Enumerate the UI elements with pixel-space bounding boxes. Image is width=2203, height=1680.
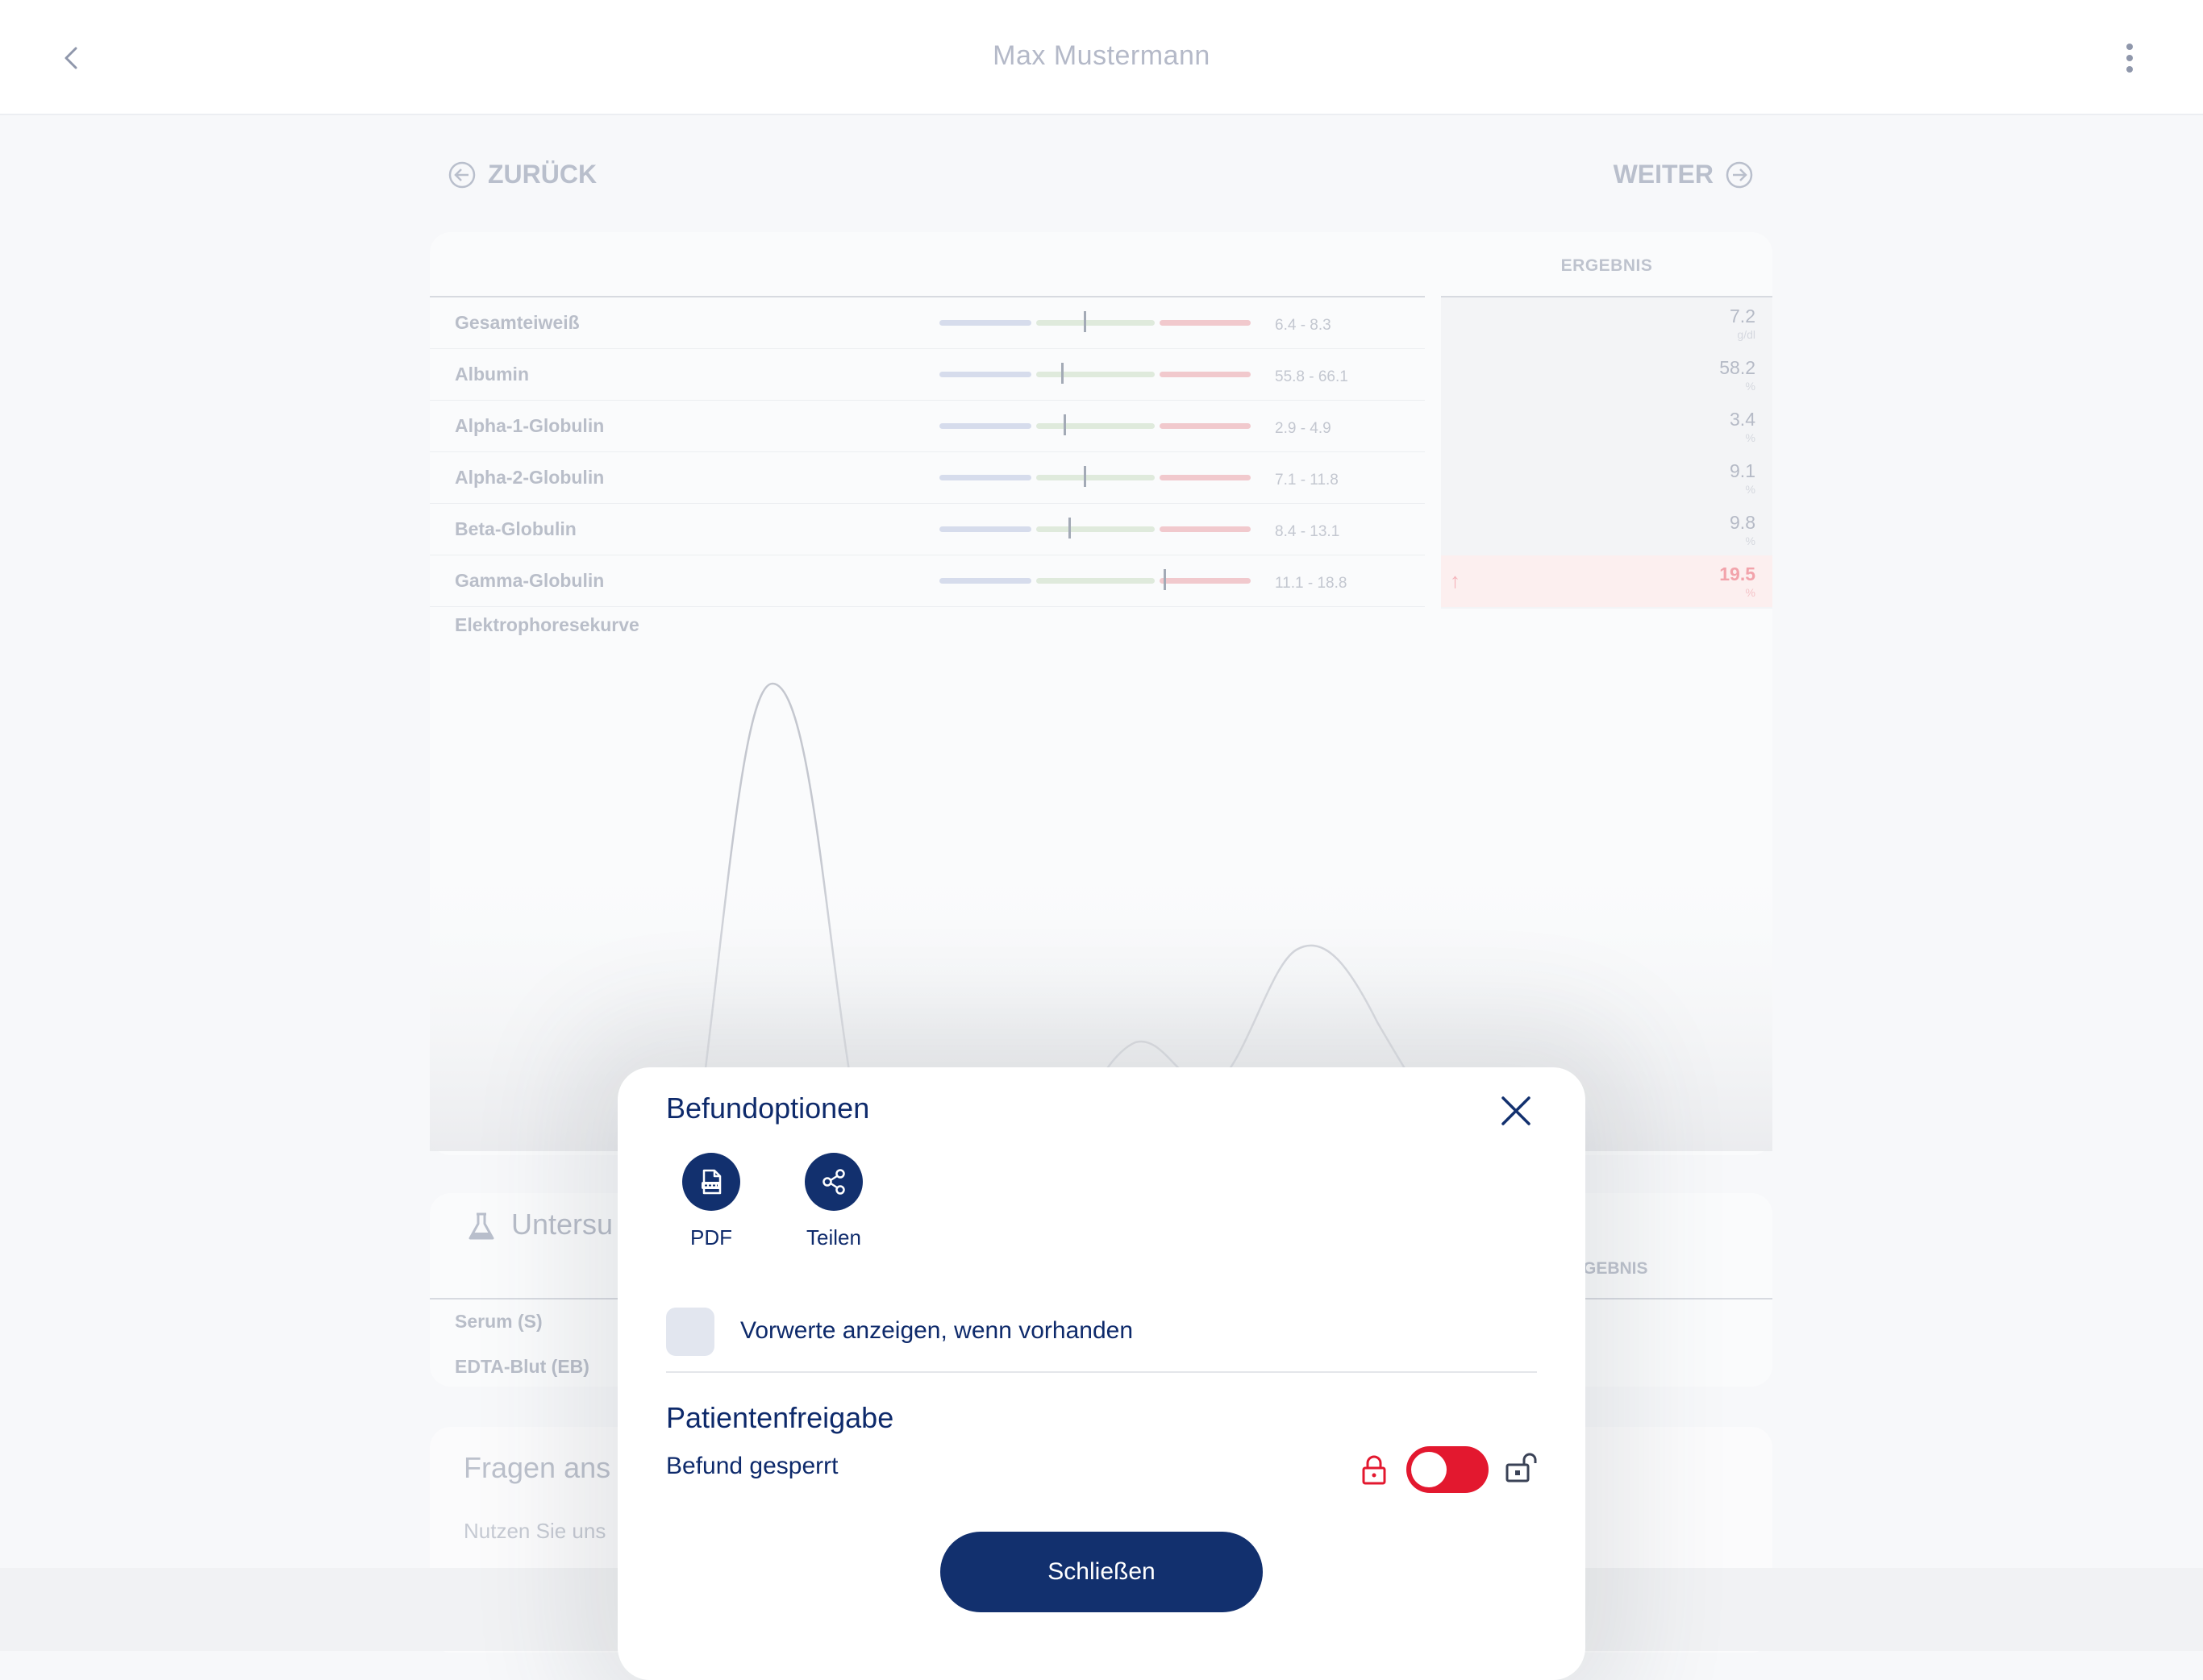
sample-item: EDTA-Blut (EB) bbox=[455, 1356, 589, 1377]
next-label: WEITER bbox=[1613, 160, 1714, 189]
report-navigation: ZURÜCK WEITER bbox=[448, 160, 1754, 200]
result-unit: % bbox=[1745, 380, 1755, 393]
share-label: Teilen bbox=[806, 1225, 861, 1250]
result-unit: % bbox=[1745, 586, 1755, 599]
result-row[interactable]: Gesamteiweiß 6.4 - 8.3 7.2 g/dl bbox=[430, 297, 1772, 349]
result-row[interactable]: Albumin 55.8 - 66.1 58.2 % bbox=[430, 349, 1772, 401]
release-status-label: Befund gesperrt bbox=[666, 1453, 839, 1479]
result-unit: % bbox=[1745, 483, 1755, 496]
close-button[interactable]: Schließen bbox=[940, 1532, 1263, 1612]
result-row-alert[interactable]: Gamma-Globulin 11.1 - 18.8 ↑ 19.5 % bbox=[430, 555, 1772, 607]
value-marker bbox=[1084, 466, 1086, 487]
patient-release-title: Patientenfreigabe bbox=[666, 1401, 894, 1434]
pdf-label: PDF bbox=[690, 1225, 732, 1250]
reference-range: 7.1 - 11.8 bbox=[1275, 472, 1339, 489]
result-value: 58.2 bbox=[1719, 357, 1755, 378]
result-value: 9.1 bbox=[1730, 460, 1755, 481]
reference-range: 55.8 - 66.1 bbox=[1275, 368, 1348, 385]
value-marker bbox=[1164, 569, 1166, 590]
page-title: Max Mustermann bbox=[993, 40, 1210, 71]
pdf-file-icon bbox=[702, 1169, 722, 1195]
results-card: ERGEBNIS Gesamteiweiß 6.4 - 8.3 7.2 g/dl… bbox=[430, 232, 1772, 1155]
share-button[interactable]: Teilen bbox=[785, 1153, 882, 1250]
reference-range-bar bbox=[939, 518, 1251, 539]
parameter-name: Albumin bbox=[455, 364, 529, 385]
pdf-button[interactable]: PDF bbox=[663, 1153, 760, 1250]
parameter-name: Beta-Globulin bbox=[455, 518, 577, 539]
divider bbox=[666, 1371, 1537, 1373]
app-header: Max Mustermann bbox=[0, 0, 2203, 115]
reference-range-bar bbox=[939, 569, 1251, 590]
flask-icon bbox=[469, 1212, 494, 1240]
toggle-knob bbox=[1411, 1452, 1447, 1487]
result-value: 3.4 bbox=[1730, 409, 1755, 430]
show-previous-values-label[interactable]: Vorwerte anzeigen, wenn vorhanden bbox=[740, 1317, 1133, 1345]
parameter-name: Alpha-1-Globulin bbox=[455, 415, 605, 436]
arrow-right-circle-icon bbox=[1726, 161, 1753, 188]
result-value: 19.5 bbox=[1719, 563, 1755, 584]
result-column-header: ERGEBNIS bbox=[1560, 256, 1653, 275]
samples-title: Untersu bbox=[511, 1208, 614, 1241]
report-options-dialog: Befundoptionen PDF Teilen Vorwerte anzei… bbox=[618, 1067, 1585, 1680]
previous-button[interactable]: ZURÜCK bbox=[448, 160, 597, 189]
result-unit: % bbox=[1745, 534, 1755, 547]
reference-range-bar bbox=[939, 466, 1251, 487]
share-icon bbox=[822, 1169, 845, 1195]
reference-range-bar bbox=[939, 363, 1251, 384]
result-row[interactable]: Alpha-1-Globulin 2.9 - 4.9 3.4 % bbox=[430, 401, 1772, 452]
result-row[interactable]: Alpha-2-Globulin 7.1 - 11.8 9.1 % bbox=[430, 452, 1772, 504]
parameter-name: Gamma-Globulin bbox=[455, 570, 605, 591]
result-unit: g/dl bbox=[1737, 328, 1755, 341]
reference-range: 11.1 - 18.8 bbox=[1275, 575, 1347, 592]
value-marker bbox=[1084, 311, 1086, 332]
parameter-name: Gesamteiweiß bbox=[455, 312, 580, 333]
show-previous-values-checkbox[interactable] bbox=[666, 1308, 714, 1356]
patient-release-toggle[interactable] bbox=[1406, 1446, 1489, 1493]
arrow-left-circle-icon bbox=[448, 161, 476, 188]
reference-range-bar bbox=[939, 311, 1251, 332]
result-value: 9.8 bbox=[1730, 512, 1755, 533]
reference-range: 8.4 - 13.1 bbox=[1275, 523, 1340, 540]
result-value: 7.2 bbox=[1730, 306, 1755, 326]
value-marker bbox=[1061, 363, 1064, 384]
next-button[interactable]: WEITER bbox=[1614, 160, 1754, 189]
reference-range: 2.9 - 4.9 bbox=[1275, 420, 1331, 437]
reference-range-bar bbox=[939, 414, 1251, 435]
reference-range: 6.4 - 8.3 bbox=[1275, 317, 1331, 334]
sample-item: Serum (S) bbox=[455, 1311, 543, 1332]
lock-icon bbox=[1362, 1455, 1386, 1485]
samples-column-header: GEBNIS bbox=[1583, 1259, 1648, 1278]
questions-subtitle: Nutzen Sie uns bbox=[464, 1519, 606, 1543]
result-row[interactable]: Beta-Globulin 8.4 - 13.1 9.8 % bbox=[430, 504, 1772, 555]
close-icon[interactable] bbox=[1497, 1092, 1535, 1130]
parameter-name: Alpha-2-Globulin bbox=[455, 467, 605, 488]
more-vertical-icon[interactable] bbox=[2118, 42, 2142, 74]
unlock-icon bbox=[1505, 1453, 1537, 1482]
dialog-title: Befundoptionen bbox=[666, 1092, 870, 1125]
questions-title: Fragen ans bbox=[464, 1451, 611, 1484]
value-marker bbox=[1064, 414, 1066, 435]
previous-label: ZURÜCK bbox=[488, 160, 598, 189]
result-unit: % bbox=[1745, 431, 1755, 444]
value-marker bbox=[1068, 518, 1071, 539]
